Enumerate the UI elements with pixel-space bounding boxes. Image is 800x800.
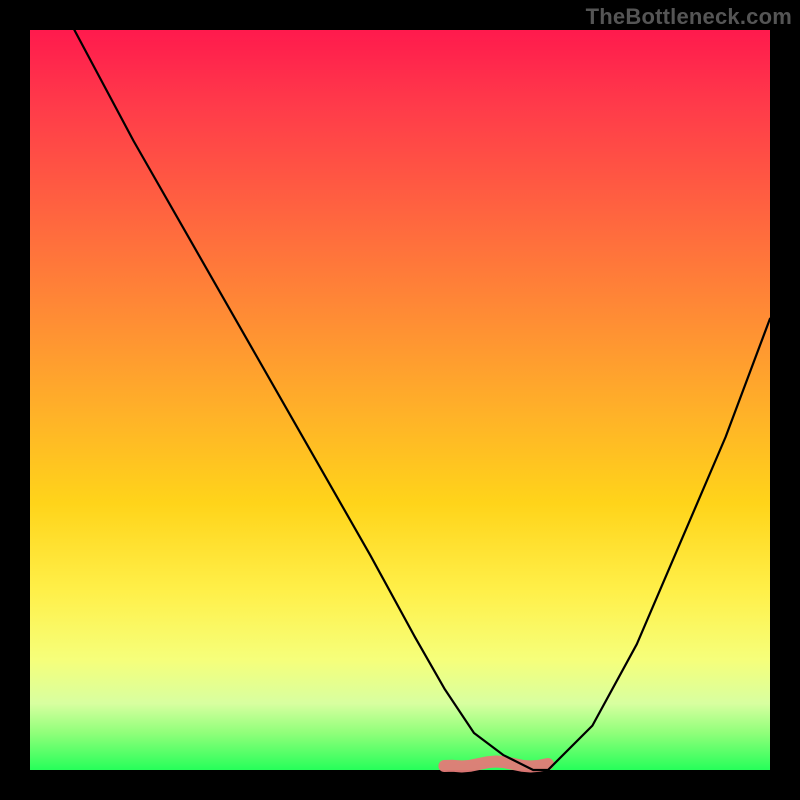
flat-minimum-highlight (444, 762, 548, 767)
chart-container: TheBottleneck.com (0, 0, 800, 800)
plot-overlay (30, 30, 770, 770)
bottleneck-curve (74, 30, 770, 770)
watermark-text: TheBottleneck.com (586, 4, 792, 30)
